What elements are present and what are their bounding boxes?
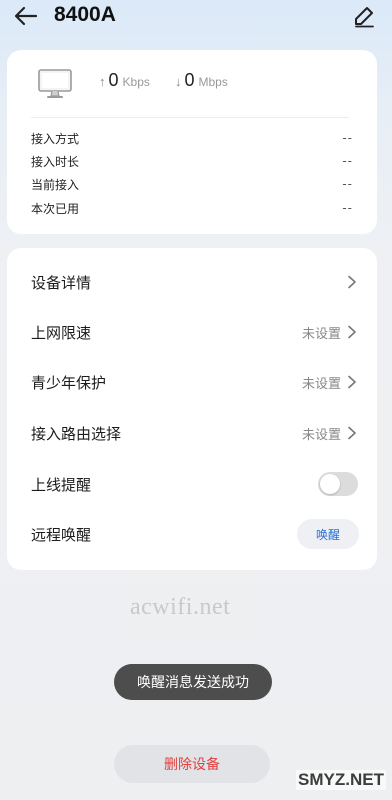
row-speed-limit[interactable]: 上网限速 未设置 <box>31 316 357 348</box>
info-label: 接入方式 <box>31 131 80 146</box>
download-speed-value: 0 <box>184 70 195 90</box>
corner-watermark: SMYZ.NET <box>296 770 386 790</box>
chevron-right-icon <box>348 325 356 339</box>
row-youth-protection[interactable]: 青少年保护 未设置 <box>31 366 357 398</box>
back-button[interactable] <box>12 4 40 28</box>
device-info-card: ↑ 0 Kbps ↓ 0 Mbps 接入方式 -- 接入时长 -- 当前接入 -… <box>7 50 377 234</box>
row-label: 设备详情 <box>31 273 92 292</box>
row-remote-wake: 远程唤醒 唤醒 <box>31 518 359 550</box>
online-alert-toggle[interactable] <box>318 472 358 496</box>
row-value: 未设置 <box>301 376 341 392</box>
info-label: 当前接入 <box>31 177 80 192</box>
divider <box>31 117 349 118</box>
upload-speed-value: 0 <box>108 70 119 90</box>
chevron-right-icon <box>348 426 356 440</box>
chevron-right-icon <box>348 275 356 289</box>
info-row-access-duration: 接入时长 -- <box>31 152 353 170</box>
row-online-alert: 上线提醒 <box>31 468 358 500</box>
row-label: 上网限速 <box>31 323 92 342</box>
top-bar: 8400A <box>0 0 392 34</box>
settings-card: 设备详情 上网限速 未设置 青少年保护 未设置 接入路由选择 未设置 上线提醒 … <box>7 248 377 570</box>
row-label: 接入路由选择 <box>31 424 122 443</box>
page-title: 8400A <box>54 3 116 26</box>
row-label: 远程唤醒 <box>31 525 92 544</box>
toast-message: 唤醒消息发送成功 <box>114 664 272 700</box>
info-row-data-used: 本次已用 -- <box>31 199 353 217</box>
download-speed: ↓ 0 Mbps <box>175 70 228 91</box>
info-row-access-method: 接入方式 -- <box>31 129 353 147</box>
row-value: 未设置 <box>301 326 341 342</box>
info-row-current-access: 当前接入 -- <box>31 175 353 193</box>
upload-speed-unit: Kbps <box>122 75 150 89</box>
download-arrow-icon: ↓ <box>175 74 182 89</box>
upload-speed: ↑ 0 Kbps <box>99 70 150 91</box>
info-value: -- <box>342 201 353 215</box>
info-value: -- <box>342 177 353 191</box>
info-label: 本次已用 <box>31 201 80 216</box>
row-value: 未设置 <box>301 427 341 443</box>
row-label: 上线提醒 <box>31 475 92 494</box>
info-label: 接入时长 <box>31 154 80 169</box>
row-label: 青少年保护 <box>31 373 107 392</box>
download-speed-unit: Mbps <box>198 75 228 89</box>
upload-arrow-icon: ↑ <box>99 74 106 89</box>
chevron-right-icon <box>348 375 356 389</box>
pencil-icon <box>355 7 374 28</box>
edit-button[interactable] <box>352 4 376 28</box>
delete-device-button[interactable]: 删除设备 <box>114 745 270 783</box>
row-device-details[interactable]: 设备详情 <box>31 266 357 298</box>
info-value: -- <box>342 131 353 145</box>
wake-button[interactable]: 唤醒 <box>297 519 359 549</box>
toggle-knob <box>320 474 340 494</box>
monitor-icon <box>37 68 73 100</box>
arrow-left-icon <box>14 6 38 26</box>
row-route-select[interactable]: 接入路由选择 未设置 <box>31 417 357 449</box>
watermark-text: acwifi.net <box>130 594 231 620</box>
info-value: -- <box>342 154 353 168</box>
